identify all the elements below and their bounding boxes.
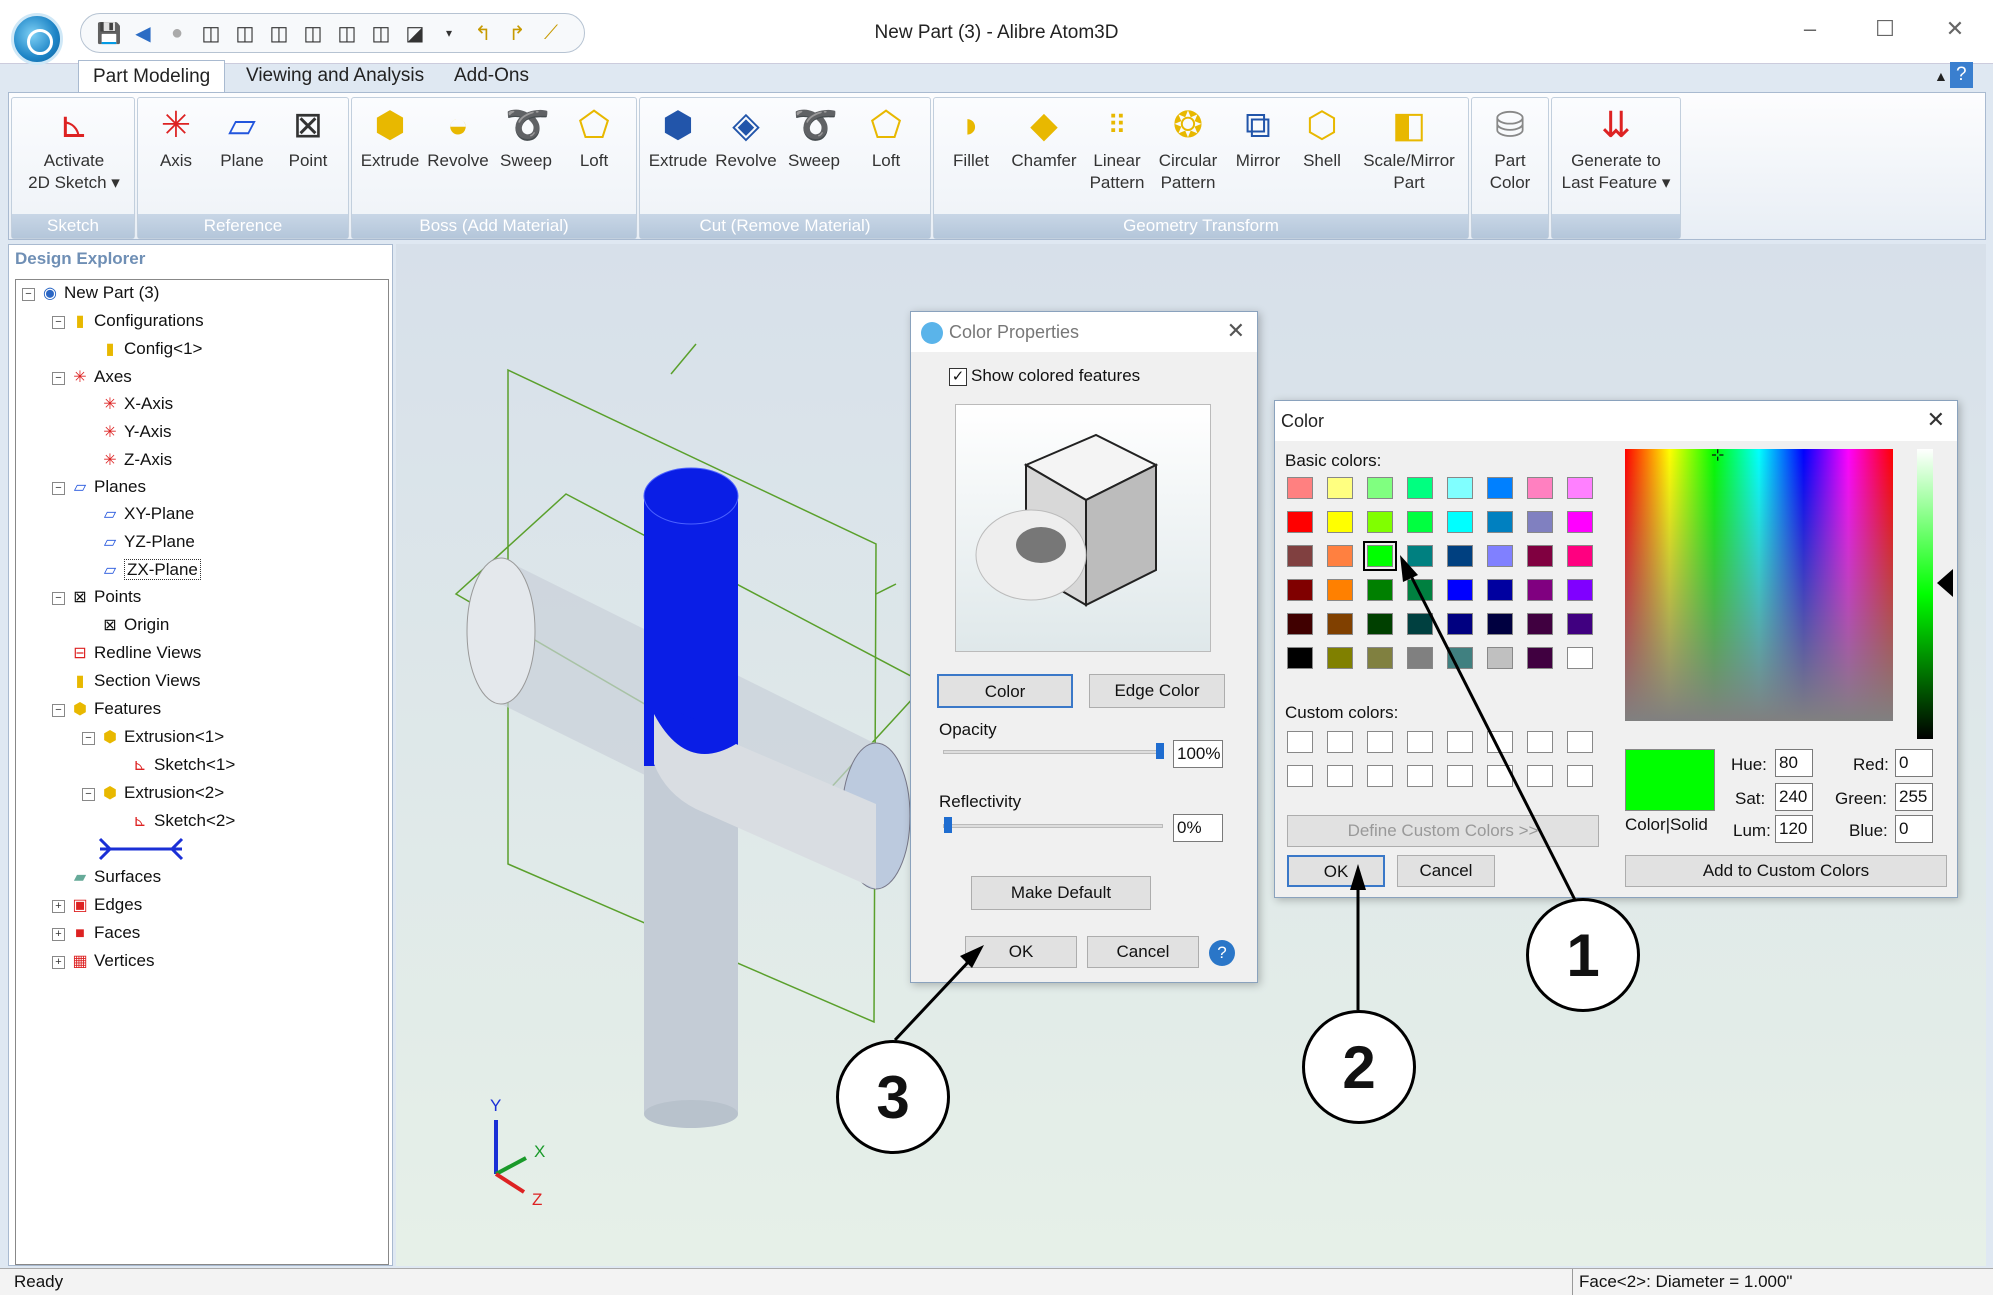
callout-2: 2 xyxy=(1302,1010,1416,1124)
status-selection-info: Face<2>: Diameter = 1.000" xyxy=(1572,1269,1792,1295)
callout-1: 1 xyxy=(1526,898,1640,1012)
app-window: 💾 ◀ ● ◫ ◫ ◫ ◫ ◫ ◫ ◪ ▾ ↰ ↱ ⟋ New Part (3)… xyxy=(0,0,1993,1295)
status-ready: Ready xyxy=(14,1272,64,1291)
callout-arrows xyxy=(893,555,1577,1042)
status-bar: Ready Face<2>: Diameter = 1.000" xyxy=(0,1268,1993,1295)
callout-3: 3 xyxy=(836,1040,950,1154)
